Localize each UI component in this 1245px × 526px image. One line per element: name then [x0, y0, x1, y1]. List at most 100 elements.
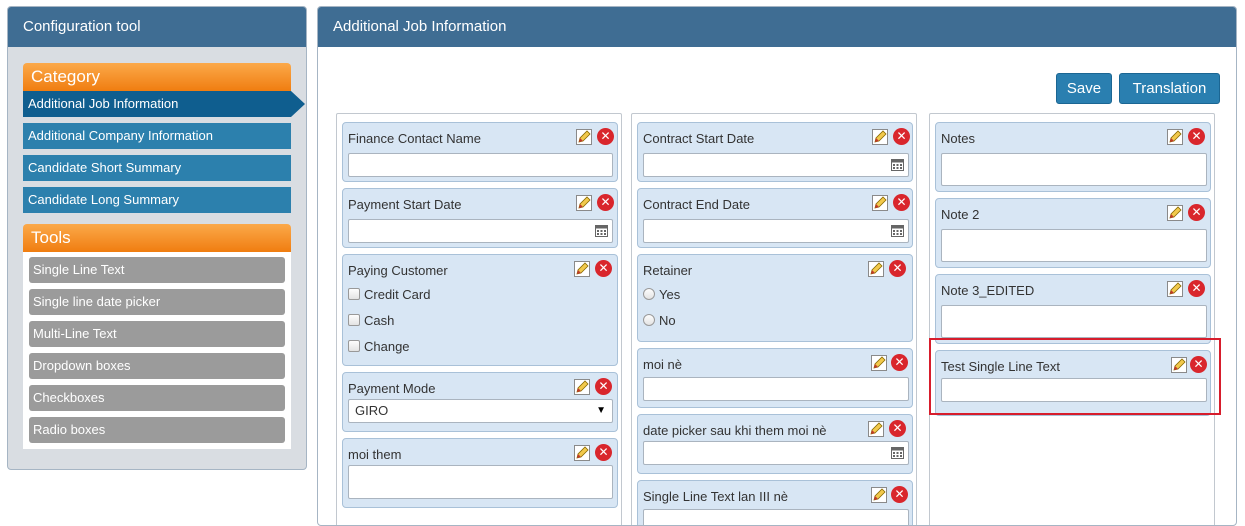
pencil-edit-icon[interactable]	[867, 420, 885, 438]
date-picker-sau-khi-them-moi-ne-input[interactable]	[643, 441, 909, 465]
field-label: Notes	[941, 131, 975, 146]
moi-them-textarea[interactable]	[348, 465, 613, 499]
note-2-textarea[interactable]	[941, 229, 1207, 262]
delete-field-icon[interactable]: ✕	[889, 260, 906, 277]
tool-checkboxes[interactable]: Checkboxes	[29, 385, 285, 411]
radio-button[interactable]	[643, 314, 655, 326]
category-item-additional-job-information[interactable]: Additional Job Information	[23, 91, 305, 117]
category-item-additional-company-information[interactable]: Additional Company Information	[23, 123, 291, 149]
pencil-edit-icon[interactable]	[871, 194, 889, 212]
field-column-3: Notes ✕ Note 2 ✕ Note 3_EDITED ✕ Test Si…	[929, 113, 1215, 525]
field-label: Note 3_EDITED	[941, 283, 1035, 298]
additional-job-information-panel: Additional Job Information Save Translat…	[317, 6, 1237, 526]
pencil-edit-icon[interactable]	[1166, 128, 1184, 146]
delete-field-icon[interactable]: ✕	[889, 420, 906, 437]
field-column-2: Contract Start Date ✕ Contract End Date …	[631, 113, 917, 525]
delete-field-icon[interactable]: ✕	[891, 486, 908, 503]
pencil-edit-icon[interactable]	[870, 486, 888, 504]
field-moi-them[interactable]: moi them ✕	[342, 438, 618, 508]
field-notes[interactable]: Notes ✕	[935, 122, 1211, 192]
tool-multi-line-text[interactable]: Multi-Line Text	[29, 321, 285, 347]
calendar-icon[interactable]	[891, 158, 904, 171]
checkbox-option[interactable]: Credit Card	[348, 287, 430, 302]
translation-button[interactable]: Translation	[1119, 73, 1220, 104]
tool-radio-boxes[interactable]: Radio boxes	[29, 417, 285, 443]
checkbox-label: Change	[364, 339, 410, 354]
category-section: Category Additional Job Information Addi…	[23, 63, 305, 213]
pencil-edit-icon[interactable]	[575, 128, 593, 146]
field-date-picker-sau-khi-them-moi-ne[interactable]: date picker sau khi them moi nè ✕	[637, 414, 913, 474]
radio-option[interactable]: Yes	[643, 287, 680, 302]
radio-button[interactable]	[643, 288, 655, 300]
field-contract-end-date[interactable]: Contract End Date ✕	[637, 188, 913, 248]
field-retainer: Retainer ✕ Yes No	[637, 254, 913, 342]
delete-field-icon[interactable]: ✕	[1188, 280, 1205, 297]
checkbox-option[interactable]: Change	[348, 339, 410, 354]
delete-field-icon[interactable]: ✕	[893, 128, 910, 145]
checkbox[interactable]	[348, 314, 360, 326]
field-label: moi them	[348, 447, 402, 462]
pencil-edit-icon[interactable]	[870, 354, 888, 372]
field-label: date picker sau khi them moi nè	[643, 423, 827, 438]
delete-field-icon[interactable]: ✕	[597, 128, 614, 145]
tools-heading: Tools	[23, 224, 291, 252]
field-contract-start-date[interactable]: Contract Start Date ✕	[637, 122, 913, 182]
contract-start-date-input[interactable]	[643, 153, 909, 177]
checkbox-label: Cash	[364, 313, 395, 328]
pencil-edit-icon[interactable]	[573, 260, 591, 278]
tools-section: Tools Single Line Text Single line date …	[23, 224, 291, 449]
calendar-icon[interactable]	[891, 224, 904, 237]
select-value: GIRO	[355, 403, 389, 418]
field-payment-start-date[interactable]: Payment Start Date ✕	[342, 188, 618, 248]
field-label: Note 2	[941, 207, 980, 222]
pencil-edit-icon[interactable]	[1166, 280, 1184, 298]
note-3-edited-textarea[interactable]	[941, 305, 1207, 338]
tool-single-line-text[interactable]: Single Line Text	[29, 257, 285, 283]
field-label: Payment Start Date	[348, 197, 462, 212]
pencil-edit-icon[interactable]	[575, 194, 593, 212]
checkbox-label: Credit Card	[364, 287, 431, 302]
field-note-3-edited[interactable]: Note 3_EDITED ✕	[935, 274, 1211, 344]
radio-label: No	[659, 313, 676, 328]
payment-start-date-input[interactable]	[348, 219, 613, 243]
field-label: Single Line Text lan III nè	[643, 489, 789, 504]
field-single-line-text-lan-iii-ne[interactable]: Single Line Text lan III nè ✕	[637, 480, 913, 525]
field-note-2[interactable]: Note 2 ✕	[935, 198, 1211, 268]
pencil-edit-icon[interactable]	[871, 128, 889, 146]
triangle-down-icon: ▼	[596, 405, 606, 416]
tools-list: Single Line Text Single line date picker…	[23, 252, 291, 449]
field-paying-customer: Paying Customer ✕ Credit Card Cash Chang…	[342, 254, 618, 366]
notes-textarea[interactable]	[941, 153, 1207, 186]
checkbox[interactable]	[348, 288, 360, 300]
pencil-edit-icon[interactable]	[573, 378, 591, 396]
checkbox-option[interactable]: Cash	[348, 313, 394, 328]
delete-field-icon[interactable]: ✕	[595, 444, 612, 461]
pencil-edit-icon[interactable]	[573, 444, 591, 462]
pencil-edit-icon[interactable]	[867, 260, 885, 278]
moi-ne-input[interactable]	[643, 377, 909, 401]
radio-option[interactable]: No	[643, 313, 676, 328]
calendar-icon[interactable]	[595, 224, 608, 237]
single-line-text-lan-iii-ne-input[interactable]	[643, 509, 909, 525]
tool-single-line-date-picker[interactable]: Single line date picker	[29, 289, 285, 315]
delete-field-icon[interactable]: ✕	[1188, 204, 1205, 221]
delete-field-icon[interactable]: ✕	[597, 194, 614, 211]
payment-mode-select[interactable]: GIRO ▼	[348, 399, 613, 423]
delete-field-icon[interactable]: ✕	[893, 194, 910, 211]
category-item-candidate-short-summary[interactable]: Candidate Short Summary	[23, 155, 291, 181]
tool-dropdown-boxes[interactable]: Dropdown boxes	[29, 353, 285, 379]
pencil-edit-icon[interactable]	[1166, 204, 1184, 222]
delete-field-icon[interactable]: ✕	[595, 260, 612, 277]
delete-field-icon[interactable]: ✕	[1188, 128, 1205, 145]
delete-field-icon[interactable]: ✕	[891, 354, 908, 371]
delete-field-icon[interactable]: ✕	[595, 378, 612, 395]
save-button[interactable]: Save	[1056, 73, 1112, 104]
field-label: moi nè	[643, 357, 683, 372]
finance-contact-name-input[interactable]	[348, 153, 613, 177]
calendar-icon[interactable]	[891, 446, 904, 459]
checkbox[interactable]	[348, 340, 360, 352]
category-item-candidate-long-summary[interactable]: Candidate Long Summary	[23, 187, 291, 213]
contract-end-date-input[interactable]	[643, 219, 909, 243]
field-finance-contact-name[interactable]: Finance Contact Name ✕	[342, 122, 618, 182]
field-moi-ne[interactable]: moi nè ✕	[637, 348, 913, 408]
